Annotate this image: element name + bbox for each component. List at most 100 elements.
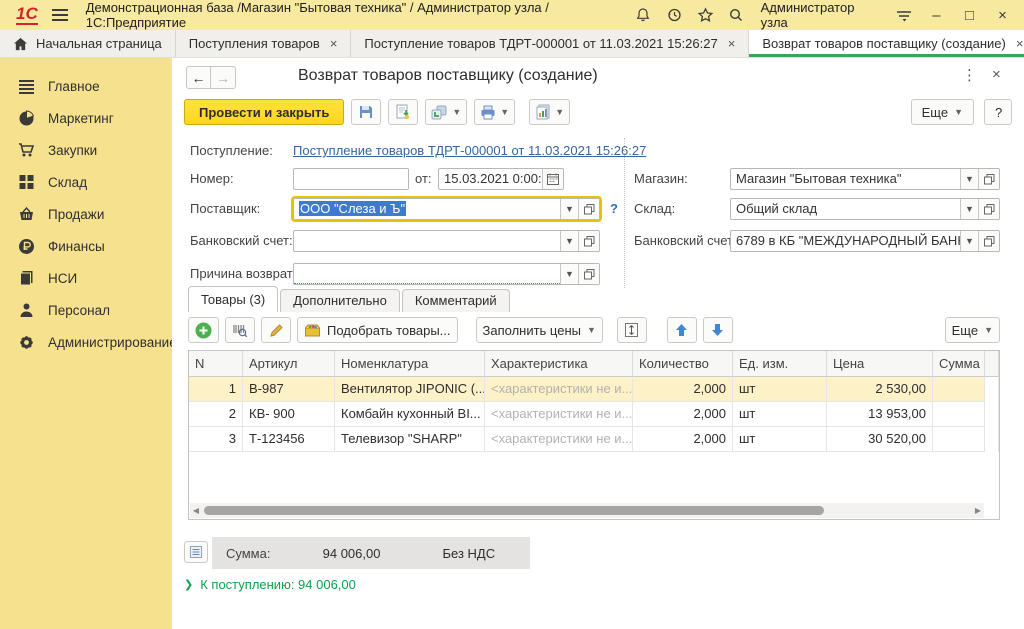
- supplier-open-icon[interactable]: [578, 199, 599, 219]
- col-characteristic[interactable]: Характеристика: [485, 351, 633, 377]
- store-field[interactable]: Магазин "Бытовая техника" ▼: [730, 168, 1000, 190]
- date-field[interactable]: 15.03.2021 0:00:00: [438, 168, 564, 190]
- table-row[interactable]: 3 Т-123456 Телевизор "SHARP" <характерис…: [189, 427, 999, 452]
- warehouse-field[interactable]: Общий склад ▼: [730, 198, 1000, 220]
- cell-sum[interactable]: [933, 377, 985, 402]
- form-close-icon[interactable]: ×: [992, 66, 1001, 83]
- tab-comment[interactable]: Комментарий: [402, 289, 510, 312]
- cell-unit[interactable]: шт: [733, 427, 827, 452]
- receipt-document-link[interactable]: Поступление товаров ТДРТ-000001 от 11.03…: [293, 140, 646, 162]
- store-dropdown-icon[interactable]: ▼: [960, 169, 978, 189]
- minimize-button[interactable]: –: [927, 7, 946, 24]
- tab-goods-receipt-document[interactable]: Поступление товаров ТДРТ-000001 от 11.03…: [351, 30, 749, 57]
- sidebar-item-marketing[interactable]: Маркетинг: [0, 102, 172, 134]
- print-button[interactable]: ▼: [474, 99, 515, 125]
- help-button[interactable]: ?: [984, 99, 1012, 125]
- reports-button[interactable]: ▼: [529, 99, 570, 125]
- col-price[interactable]: Цена: [827, 351, 933, 377]
- forward-arrow-button[interactable]: →: [211, 66, 236, 89]
- maximize-button[interactable]: □: [960, 7, 979, 24]
- sidebar-item-purchases[interactable]: Закупки: [0, 134, 172, 166]
- return-reason-field[interactable]: ▼: [293, 263, 600, 285]
- warehouse-dropdown-icon[interactable]: ▼: [960, 199, 978, 219]
- col-unit[interactable]: Ед. изм.: [733, 351, 827, 377]
- supplier-field[interactable]: ООО "Слеза и Ъ" ▼: [293, 198, 600, 220]
- to-receipt-expander[interactable]: ❯ К поступлению: 94 006,00: [184, 577, 356, 592]
- sidebar-item-administration[interactable]: Администрирование: [0, 326, 172, 358]
- supplier-help-icon[interactable]: ?: [610, 198, 618, 220]
- sidebar-item-warehouse[interactable]: Склад: [0, 166, 172, 198]
- post-and-close-button[interactable]: Провести и закрыть: [184, 99, 344, 125]
- totals-list-button[interactable]: [184, 541, 208, 563]
- sidebar-item-finance[interactable]: Финансы: [0, 230, 172, 262]
- history-icon[interactable]: [665, 6, 682, 24]
- warehouse-open-icon[interactable]: [978, 199, 999, 219]
- close-tab-icon[interactable]: ×: [1016, 36, 1024, 51]
- move-row-up-button[interactable]: [667, 317, 697, 343]
- post-document-button[interactable]: [388, 99, 418, 125]
- col-sum[interactable]: Сумма: [933, 351, 985, 377]
- sidebar-item-personnel[interactable]: Персонал: [0, 294, 172, 326]
- service-menu-icon[interactable]: [895, 6, 913, 24]
- col-nomenclature[interactable]: Номенклатура: [335, 351, 485, 377]
- edit-row-button[interactable]: [261, 317, 291, 343]
- cell-price[interactable]: 13 953,00: [827, 402, 933, 427]
- cell-characteristic[interactable]: <характеристики не и...: [485, 377, 633, 402]
- supplier-dropdown-icon[interactable]: ▼: [560, 199, 578, 219]
- cell-n[interactable]: 2: [189, 402, 243, 427]
- notifications-bell-icon[interactable]: [634, 6, 651, 24]
- close-window-button[interactable]: ×: [993, 7, 1012, 24]
- create-based-on-button[interactable]: ▼: [425, 99, 467, 125]
- cell-unit[interactable]: шт: [733, 377, 827, 402]
- search-icon[interactable]: [728, 6, 745, 24]
- bank-account-open-icon[interactable]: [578, 231, 599, 251]
- cell-sum[interactable]: [933, 427, 985, 452]
- cell-article[interactable]: В-987: [243, 377, 335, 402]
- col-article[interactable]: Артикул: [243, 351, 335, 377]
- cell-nomenclature[interactable]: Телевизор "SHARP": [335, 427, 485, 452]
- tab-return-to-supplier[interactable]: Возврат товаров поставщику (создание) ×: [749, 30, 1024, 57]
- form-menu-dots-icon[interactable]: ⋮: [962, 66, 977, 84]
- cell-price[interactable]: 2 530,00: [827, 377, 933, 402]
- bank-account2-field[interactable]: 6789 в КБ "МЕЖДУНАРОДНЫЙ БАНК РА ▼: [730, 230, 1000, 252]
- cell-quantity[interactable]: 2,000: [633, 402, 733, 427]
- scrollbar-thumb[interactable]: [204, 506, 824, 515]
- table-more-button[interactable]: Еще ▼: [945, 317, 1000, 343]
- scroll-left-icon[interactable]: ◀: [190, 506, 202, 515]
- cell-nomenclature[interactable]: Вентилятор JIPONIC (...: [335, 377, 485, 402]
- horizontal-scrollbar[interactable]: ◀ ▶: [190, 503, 984, 518]
- bank-account2-open-icon[interactable]: [978, 231, 999, 251]
- move-row-down-button[interactable]: [703, 317, 733, 343]
- cell-n[interactable]: 3: [189, 427, 243, 452]
- cell-price[interactable]: 30 520,00: [827, 427, 933, 452]
- save-button[interactable]: [351, 99, 381, 125]
- expand-rows-button[interactable]: [617, 317, 647, 343]
- tab-additional[interactable]: Дополнительно: [280, 289, 400, 312]
- cell-article[interactable]: КВ- 900: [243, 402, 335, 427]
- fill-prices-button[interactable]: Заполнить цены ▼: [476, 317, 603, 343]
- number-field[interactable]: [293, 168, 409, 190]
- sidebar-item-sales[interactable]: Продажи: [0, 198, 172, 230]
- cell-unit[interactable]: шт: [733, 402, 827, 427]
- back-arrow-button[interactable]: ←: [186, 66, 211, 89]
- current-user[interactable]: Администратор узла: [761, 0, 879, 30]
- close-tab-icon[interactable]: ×: [728, 36, 736, 51]
- close-tab-icon[interactable]: ×: [330, 36, 338, 51]
- pick-goods-button[interactable]: Подобрать товары...: [297, 317, 458, 343]
- favorites-star-icon[interactable]: [696, 6, 713, 24]
- store-open-icon[interactable]: [978, 169, 999, 189]
- return-reason-open-icon[interactable]: [578, 264, 599, 284]
- bank-account2-dropdown-icon[interactable]: ▼: [960, 231, 978, 251]
- cell-characteristic[interactable]: <характеристики не и...: [485, 427, 633, 452]
- bank-account-dropdown-icon[interactable]: ▼: [560, 231, 578, 251]
- tab-goods[interactable]: Товары (3): [188, 286, 278, 312]
- col-n[interactable]: N: [189, 351, 243, 377]
- scroll-right-icon[interactable]: ▶: [972, 506, 984, 515]
- main-menu-icon[interactable]: [52, 9, 68, 21]
- cell-quantity[interactable]: 2,000: [633, 427, 733, 452]
- cell-characteristic[interactable]: <характеристики не и...: [485, 402, 633, 427]
- cell-article[interactable]: Т-123456: [243, 427, 335, 452]
- bank-account-field[interactable]: ▼: [293, 230, 600, 252]
- add-row-button[interactable]: [188, 317, 219, 343]
- table-row[interactable]: 2 КВ- 900 Комбайн кухонный BI... <характ…: [189, 402, 999, 427]
